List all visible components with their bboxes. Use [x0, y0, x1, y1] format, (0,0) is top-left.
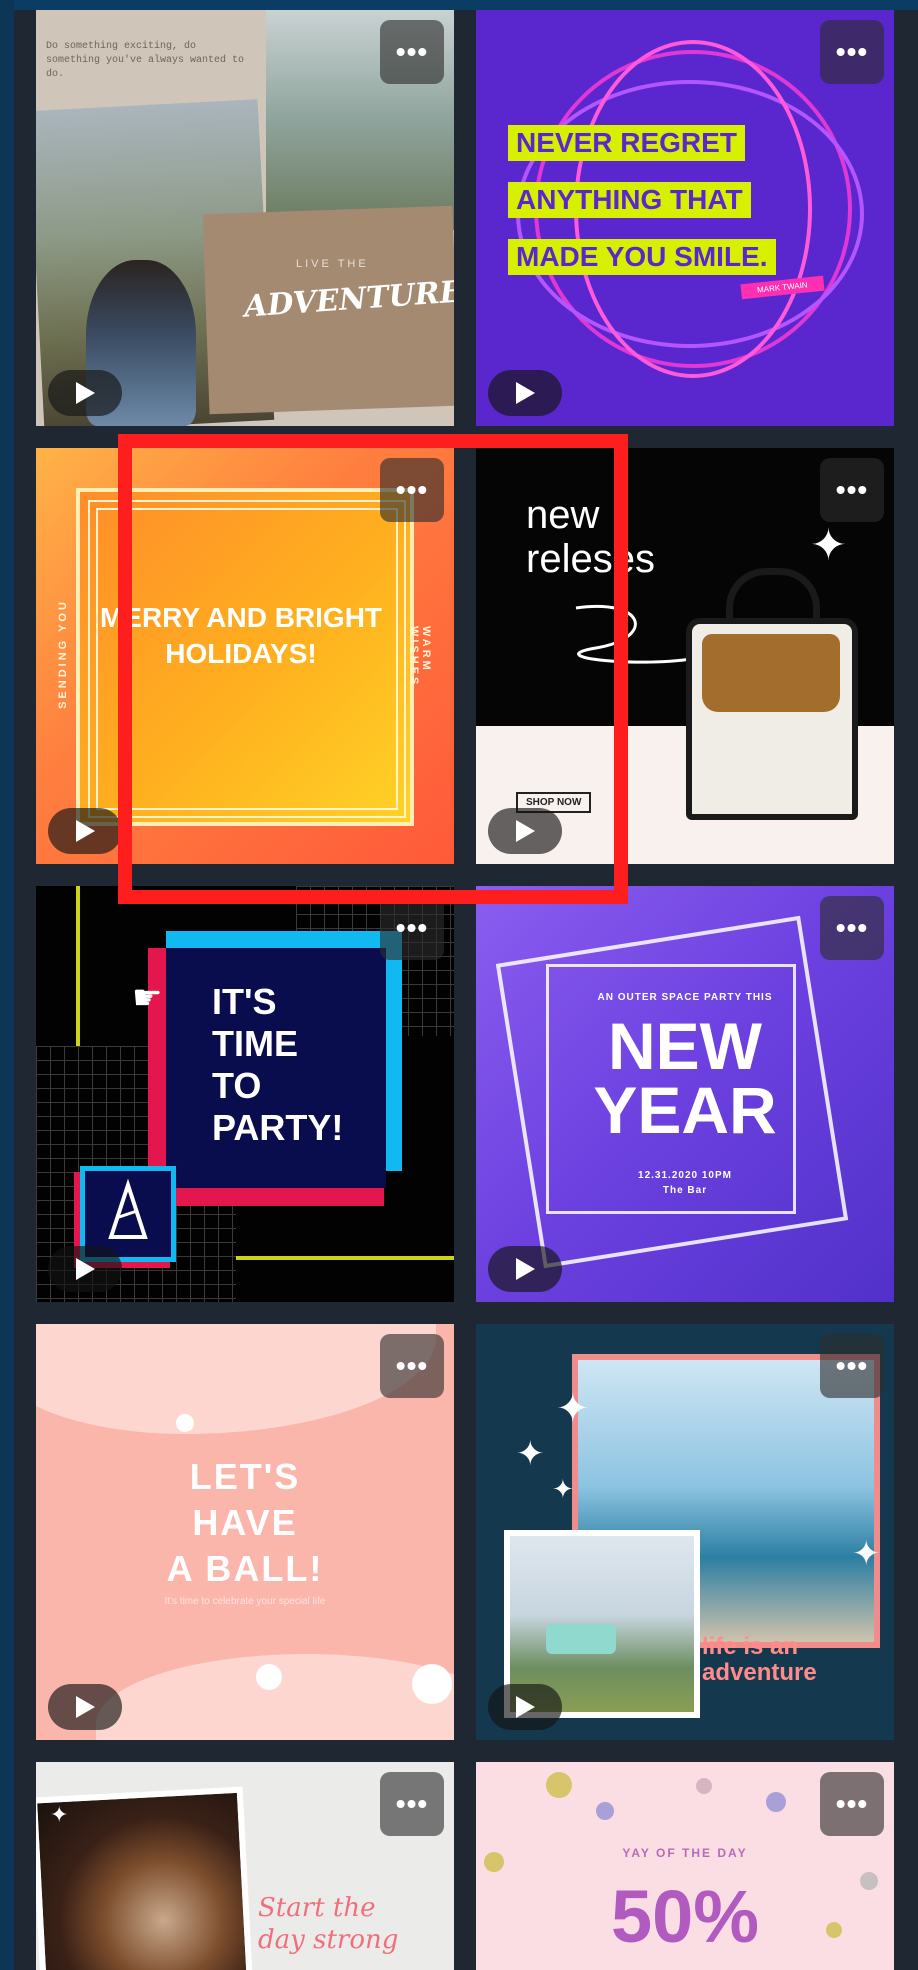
- new-year-subtitle: AN OUTER SPACE PARTY THIS: [597, 992, 773, 1003]
- life-line-1: life is an: [702, 1633, 799, 1660]
- template-card-new-year[interactable]: AN OUTER SPACE PARTY THIS NEW YEAR 12.31…: [476, 886, 894, 1302]
- template-card-holidays[interactable]: MERRY AND BRIGHT HOLIDAYS! SENDING YOU W…: [36, 448, 454, 864]
- new-year-line-1: NEW: [608, 1009, 762, 1083]
- top-blob: [36, 1324, 436, 1434]
- more-options-button[interactable]: •••: [820, 896, 884, 960]
- ball-line-1: LET'S: [189, 1456, 301, 1497]
- template-card-coffee[interactable]: ✦ Start the day strong •••: [36, 1762, 454, 1970]
- play-button[interactable]: [48, 370, 122, 416]
- sparkle-icon: ✦: [852, 1535, 881, 1573]
- more-options-button[interactable]: •••: [380, 458, 444, 522]
- event-details: 12.31.2020 10PM The Bar: [476, 1168, 894, 1198]
- play-button[interactable]: [488, 370, 562, 416]
- party-hat-icon: [108, 1178, 148, 1239]
- pointing-hand-icon: ☛: [132, 979, 163, 1017]
- title-line-2: releses: [526, 537, 655, 581]
- party-line-4: PARTY!: [212, 1107, 344, 1148]
- decor-dot: [256, 1664, 282, 1690]
- template-grid: Do something exciting, do something you'…: [0, 0, 918, 1970]
- more-options-button[interactable]: •••: [380, 896, 444, 960]
- sparkle-icon: ✦: [556, 1387, 590, 1431]
- accent-line: [76, 886, 80, 1046]
- play-icon: [76, 1258, 95, 1280]
- more-options-button[interactable]: •••: [380, 20, 444, 84]
- live-the-text: LIVE THE: [296, 258, 369, 270]
- confetti-dot: [696, 1778, 712, 1794]
- play-icon: [516, 820, 535, 842]
- party-line-3: TO: [212, 1065, 262, 1106]
- vertical-text-left: SENDING YOU: [56, 599, 69, 709]
- decor-dot: [412, 1664, 452, 1704]
- play-button[interactable]: [48, 1684, 122, 1730]
- confetti-dot: [766, 1792, 786, 1812]
- template-card-party[interactable]: ☛ IT'S TIME TO PARTY! •••: [36, 886, 454, 1302]
- confetti-dot: [546, 1772, 572, 1798]
- coffee-photo: [36, 1786, 254, 1970]
- ball-subtext: It's time to celebrate your special life: [164, 1596, 326, 1607]
- coffee-line-1: Start the: [258, 1893, 376, 1923]
- play-icon: [76, 820, 95, 842]
- quote-line-1: NEVER REGRET: [508, 125, 745, 161]
- more-options-button[interactable]: •••: [380, 1772, 444, 1836]
- quote-line-2: ANYTHING THAT: [508, 182, 751, 218]
- quote-line-3: MADE YOU SMILE.: [508, 239, 776, 275]
- template-card-new-releases[interactable]: new releses ✦ SHOP NOW •••: [476, 448, 894, 864]
- play-icon: [516, 1696, 535, 1718]
- life-adventure-text: life is an adventure: [702, 1634, 817, 1686]
- more-options-button[interactable]: •••: [820, 1772, 884, 1836]
- sale-tag: YAY OF THE DAY: [622, 1846, 748, 1860]
- coffee-text: Start the day strong: [258, 1892, 398, 1956]
- sale-amount: 50%: [610, 1875, 760, 1958]
- note-text: Do something exciting, do something you'…: [46, 41, 245, 80]
- play-icon: [516, 382, 535, 404]
- bag-flap: [702, 634, 840, 712]
- ball-line-2: HAVE: [192, 1502, 298, 1543]
- sparkle-icon: ✦: [810, 521, 847, 570]
- scribble-icon: [575, 605, 697, 664]
- new-year-title: NEW YEAR: [476, 1009, 894, 1147]
- play-button[interactable]: [48, 808, 122, 854]
- new-year-line-2: YEAR: [593, 1073, 777, 1147]
- sparkle-icon: ✦: [50, 1802, 69, 1827]
- template-card-never-regret[interactable]: NEVER REGRET ANYTHING THAT MADE YOU SMIL…: [476, 10, 894, 426]
- play-button[interactable]: [488, 1246, 562, 1292]
- vertical-text-right: WARM WISHES: [408, 626, 432, 688]
- life-line-2: adventure: [702, 1659, 817, 1686]
- event-date: 12.31.2020 10PM: [638, 1170, 732, 1181]
- play-icon: [516, 1258, 535, 1280]
- event-venue: The Bar: [662, 1185, 708, 1196]
- play-icon: [76, 382, 95, 404]
- sparkle-icon: ✦: [516, 1435, 545, 1473]
- confetti-dot: [596, 1802, 614, 1820]
- play-button[interactable]: [48, 1246, 122, 1292]
- play-button[interactable]: [488, 808, 562, 854]
- template-card-sale[interactable]: YAY OF THE DAY 50% •••: [476, 1762, 894, 1970]
- new-releases-title: new releses: [526, 493, 655, 581]
- accent-line: [236, 1256, 454, 1260]
- coffee-line-2: day strong: [258, 1925, 399, 1955]
- sparkle-icon: ✦: [552, 1474, 574, 1504]
- ball-line-3: A BALL!: [166, 1548, 324, 1589]
- more-options-button[interactable]: •••: [820, 20, 884, 84]
- party-line-2: TIME: [212, 1023, 298, 1064]
- play-icon: [76, 1696, 95, 1718]
- template-card-life-adventure[interactable]: ✦ ✦ ✦ ✦ life is an adventure •••: [476, 1324, 894, 1740]
- more-options-button[interactable]: •••: [820, 1334, 884, 1398]
- more-options-button[interactable]: •••: [380, 1334, 444, 1398]
- ball-message: LET'S HAVE A BALL!: [36, 1454, 454, 1592]
- van-shape: [546, 1624, 616, 1654]
- template-card-adventure[interactable]: Do something exciting, do something you'…: [36, 10, 454, 426]
- template-card-ball[interactable]: LET'S HAVE A BALL! It's time to celebrat…: [36, 1324, 454, 1740]
- title-line-1: new: [526, 493, 600, 537]
- decor-dot: [176, 1414, 194, 1432]
- more-options-button[interactable]: •••: [820, 458, 884, 522]
- holiday-message: MERRY AND BRIGHT HOLIDAYS!: [99, 602, 383, 669]
- party-text: IT'S TIME TO PARTY!: [212, 981, 343, 1149]
- party-line-1: IT'S: [212, 981, 277, 1022]
- play-button[interactable]: [488, 1684, 562, 1730]
